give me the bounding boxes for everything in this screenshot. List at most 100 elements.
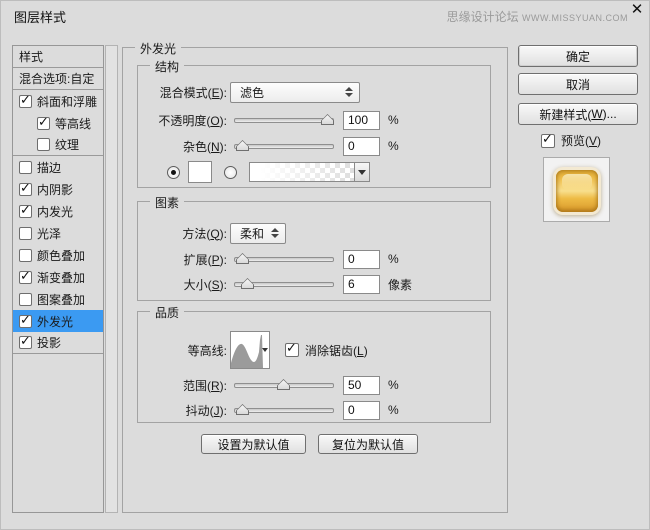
outer-glow-panel: 外发光 结构 混合模式(E): 滤色 不透明度(O): % 杂色(N): <box>122 47 508 513</box>
check-icon: ✓ <box>286 340 297 356</box>
spread-unit: % <box>388 252 399 266</box>
sidebar-item-texture[interactable]: 纹理 <box>13 134 103 156</box>
elements-group: 图素 方法(Q): 柔和 扩展(P): % 大小(S): 像素 <box>137 201 491 301</box>
check-icon: ✓ <box>20 333 31 349</box>
preview-checkbox[interactable]: ✓ <box>541 134 555 148</box>
checkbox-texture[interactable] <box>37 138 50 151</box>
checkbox-gradient-overlay[interactable]: ✓ <box>19 271 32 284</box>
check-icon: ✓ <box>38 114 49 130</box>
noise-row: 杂色(N): % <box>138 135 399 157</box>
sidebar-item-contour[interactable]: ✓ 等高线 <box>13 112 103 134</box>
slider-thumb[interactable] <box>236 140 249 151</box>
contour-label: 等高线: <box>142 342 227 359</box>
opacity-unit: % <box>388 113 399 127</box>
range-row: 范围(R): % <box>138 374 399 396</box>
check-icon: ✓ <box>20 312 31 328</box>
noise-unit: % <box>388 139 399 153</box>
spread-input[interactable] <box>343 250 380 269</box>
sidebar-item-gradient-overlay[interactable]: ✓ 渐变叠加 <box>13 266 103 288</box>
structure-legend: 结构 <box>150 58 184 75</box>
ok-button[interactable]: 确定 <box>518 45 638 67</box>
checkbox-color-overlay[interactable] <box>19 249 32 262</box>
sidebar-item-drop-shadow[interactable]: ✓ 投影 <box>13 332 103 354</box>
sidebar-item-color-overlay[interactable]: 颜色叠加 <box>13 244 103 266</box>
watermark-url: WWW.MISSYUAN.COM <box>522 13 628 23</box>
jitter-slider[interactable] <box>234 403 334 417</box>
cancel-button[interactable]: 取消 <box>518 73 638 95</box>
antialias-control[interactable]: ✓ 消除锯齿(L) <box>285 342 368 359</box>
gradient-preview <box>250 163 354 181</box>
jitter-unit: % <box>388 403 399 417</box>
checkbox-satin[interactable] <box>19 227 32 240</box>
sidebar-item-stroke[interactable]: 描边 <box>13 156 103 178</box>
new-style-button[interactable]: 新建样式(W)... <box>518 103 638 125</box>
styles-sidebar: 样式 混合选项:自定 ✓ 斜面和浮雕 ✓ 等高线 纹理 描边 ✓ 内阴影 ✓ 内… <box>12 45 104 513</box>
chevron-down-icon[interactable] <box>262 348 268 352</box>
slider-thumb[interactable] <box>236 253 249 264</box>
jitter-row: 抖动(J): % <box>138 399 399 421</box>
watermark: 思缘设计论坛 WWW.MISSYUAN.COM <box>447 8 628 25</box>
sidebar-item-inner-glow[interactable]: ✓ 内发光 <box>13 200 103 222</box>
layer-style-dialog: { "icons": { "check": "✓", "close": "✕" … <box>0 0 650 530</box>
structure-group: 结构 混合模式(E): 滤色 不透明度(O): % 杂色(N): <box>137 65 491 188</box>
preview-label: 预览(V) <box>561 132 601 149</box>
checkbox-inner-shadow[interactable]: ✓ <box>19 183 32 196</box>
opacity-input[interactable] <box>343 111 380 130</box>
sidebar-item-outer-glow[interactable]: ✓ 外发光 <box>13 310 103 332</box>
checkbox-pattern-overlay[interactable] <box>19 293 32 306</box>
antialias-checkbox[interactable]: ✓ <box>285 343 299 357</box>
checkbox-stroke[interactable] <box>19 161 32 174</box>
noise-label: 杂色(N): <box>142 138 227 155</box>
spread-slider[interactable] <box>234 252 334 266</box>
blend-mode-select[interactable]: 滤色 <box>230 82 360 103</box>
slider-track <box>234 118 334 123</box>
size-row: 大小(S): 像素 <box>138 273 412 295</box>
checkbox-outer-glow[interactable]: ✓ <box>19 315 32 328</box>
noise-slider[interactable] <box>234 139 334 153</box>
sidebar-item-blending-options[interactable]: 混合选项:自定 <box>13 68 103 90</box>
checkbox-bevel-emboss[interactable]: ✓ <box>19 95 32 108</box>
technique-row: 方法(Q): 柔和 <box>138 222 286 244</box>
style-preview-thumbnail <box>543 157 610 222</box>
opacity-slider[interactable] <box>234 113 334 127</box>
slider-thumb[interactable] <box>277 379 290 390</box>
sidebar-scrollbar[interactable] <box>105 45 118 513</box>
check-icon: ✓ <box>20 180 31 196</box>
panel-legend: 外发光 <box>135 40 181 57</box>
spinner-icon <box>271 228 279 238</box>
quality-legend: 品质 <box>150 304 184 321</box>
checkbox-drop-shadow[interactable]: ✓ <box>19 336 32 349</box>
preview-gold-surface <box>556 170 598 212</box>
sidebar-item-inner-shadow[interactable]: ✓ 内阴影 <box>13 178 103 200</box>
contour-picker[interactable] <box>230 331 270 369</box>
gradient-radio[interactable] <box>224 166 237 179</box>
close-icon[interactable]: ✕ <box>629 2 645 18</box>
jitter-input[interactable] <box>343 401 380 420</box>
reset-default-button[interactable]: 复位为默认值 <box>318 434 418 454</box>
gradient-dropdown-button[interactable] <box>354 163 369 181</box>
slider-thumb[interactable] <box>236 404 249 415</box>
range-input[interactable] <box>343 376 380 395</box>
size-input[interactable] <box>343 275 380 294</box>
checkbox-contour[interactable]: ✓ <box>37 117 50 130</box>
checkbox-inner-glow[interactable]: ✓ <box>19 205 32 218</box>
gradient-picker[interactable] <box>249 162 370 182</box>
quality-group: 品质 等高线: ✓ 消除锯齿(L) 范围(R): % <box>137 311 491 423</box>
slider-thumb[interactable] <box>241 278 254 289</box>
sidebar-header-styles[interactable]: 样式 <box>13 46 103 68</box>
glow-color-row <box>138 160 370 184</box>
technique-select[interactable]: 柔和 <box>230 223 286 244</box>
noise-input[interactable] <box>343 137 380 156</box>
sidebar-item-pattern-overlay[interactable]: 图案叠加 <box>13 288 103 310</box>
color-radio[interactable] <box>167 166 180 179</box>
preview-control[interactable]: ✓ 预览(V) <box>541 132 601 149</box>
sidebar-item-satin[interactable]: 光泽 <box>13 222 103 244</box>
size-slider[interactable] <box>234 277 334 291</box>
sidebar-item-bevel-emboss[interactable]: ✓ 斜面和浮雕 <box>13 90 103 112</box>
set-default-button[interactable]: 设置为默认值 <box>201 434 306 454</box>
range-slider[interactable] <box>234 378 334 392</box>
preview-gold-button <box>553 167 601 215</box>
slider-thumb[interactable] <box>321 114 334 125</box>
check-icon: ✓ <box>20 268 31 284</box>
glow-color-swatch[interactable] <box>188 161 212 183</box>
